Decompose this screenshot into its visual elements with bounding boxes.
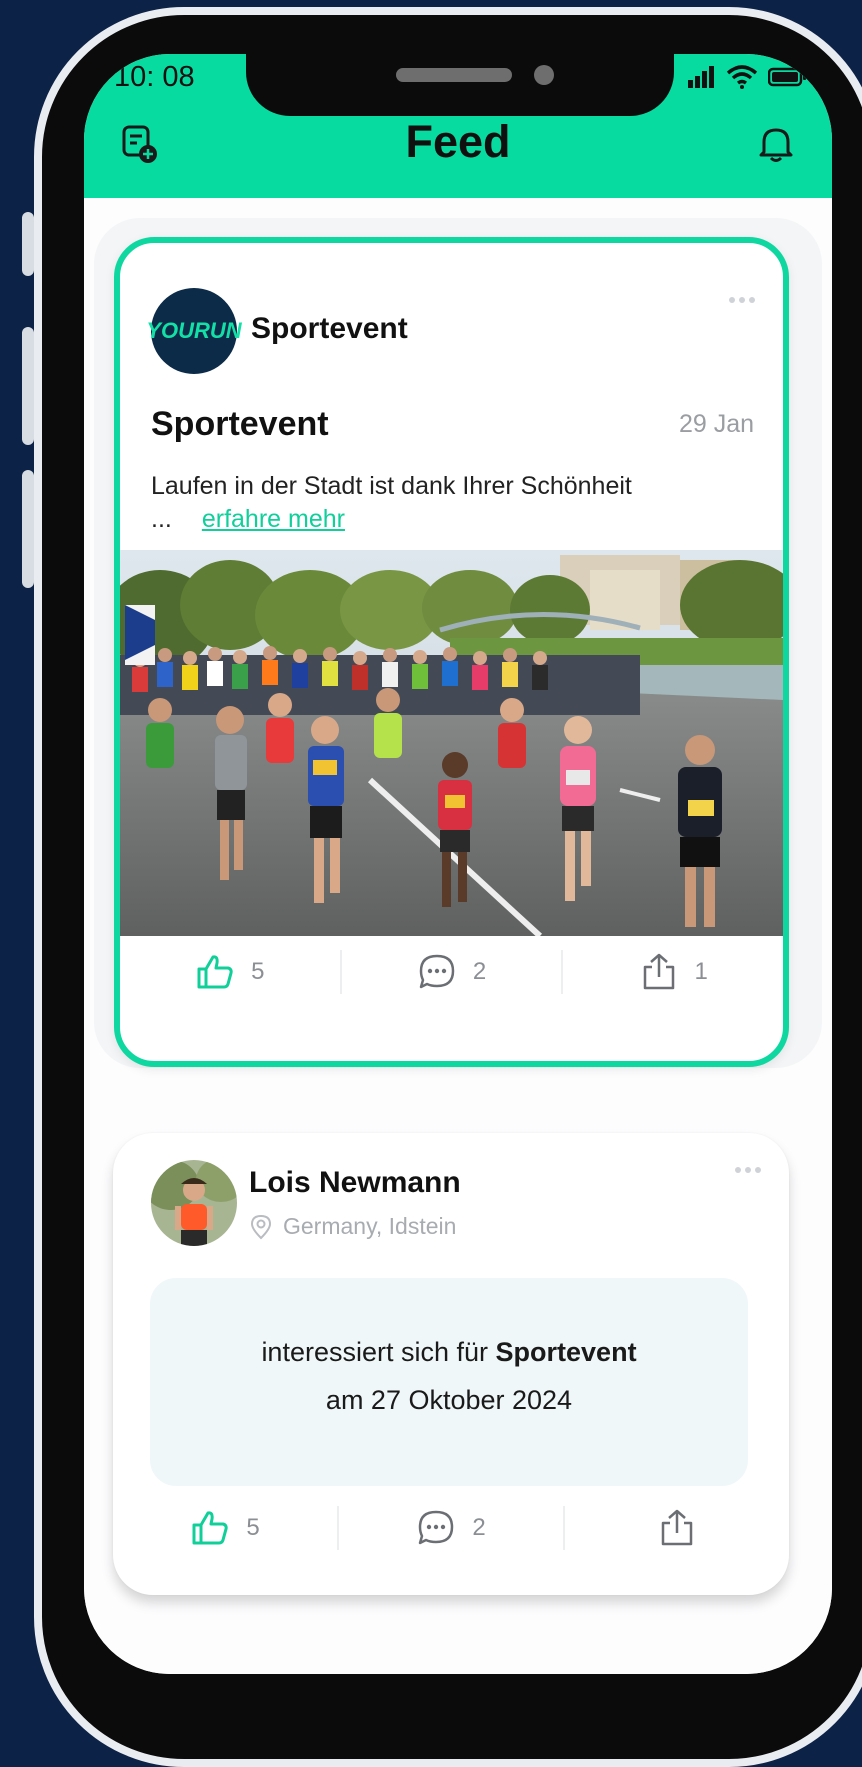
avatar[interactable] — [151, 1160, 237, 1246]
share-count: 1 — [694, 958, 708, 985]
feed-activity-card[interactable]: Lois Newmann Germany, Idstein interessie… — [113, 1133, 789, 1595]
like-count: 5 — [246, 1514, 260, 1541]
post-actions-bar: 5 2 — [113, 1497, 789, 1559]
comment-button[interactable]: 2 — [339, 1508, 563, 1548]
comment-icon — [419, 1510, 454, 1545]
phone-side-button-silent — [22, 212, 34, 276]
more-options-icon[interactable] — [729, 297, 755, 303]
phone-screen: 10: 08 Feed YOURUN Sportevent Sportevent… — [84, 54, 832, 1674]
phone-side-button-volume-down — [22, 470, 34, 588]
post-excerpt: Laufen in der Stadt ist dank Ihrer Schön… — [151, 470, 711, 536]
share-button[interactable]: 1 — [563, 952, 783, 992]
more-options-icon[interactable] — [735, 1167, 761, 1173]
thumbs-up-icon — [197, 955, 233, 989]
post-date: 29 Jan — [678, 410, 754, 438]
app-header: 10: 08 Feed — [84, 54, 832, 198]
post-image[interactable] — [120, 550, 783, 936]
activity-line-1: interessiert sich für Sportevent — [150, 1328, 748, 1376]
feed-post-card[interactable]: YOURUN Sportevent Sportevent 29 Jan Lauf… — [114, 237, 789, 1067]
post-author-name[interactable]: Sportevent — [251, 312, 408, 346]
thumbs-up-icon — [192, 1511, 228, 1545]
page-title: Feed — [405, 116, 511, 167]
marathon-photo — [120, 550, 783, 936]
status-icons — [688, 65, 808, 89]
activity-prefix: interessiert sich für — [261, 1337, 489, 1367]
bell-icon[interactable] — [756, 124, 796, 164]
post-actions-bar: 5 2 — [120, 941, 783, 1003]
like-button[interactable]: 5 — [113, 1508, 337, 1548]
comment-icon — [419, 954, 455, 989]
location-pin-icon — [250, 1214, 272, 1239]
comment-count: 2 — [472, 1514, 486, 1541]
feed-content[interactable]: YOURUN Sportevent Sportevent 29 Jan Lauf… — [84, 198, 832, 1674]
activity-event-name[interactable]: Sportevent — [496, 1337, 637, 1367]
share-button[interactable] — [565, 1508, 789, 1548]
user-photo — [151, 1160, 237, 1246]
avatar[interactable]: YOURUN — [146, 288, 242, 374]
status-time: 10: 08 — [114, 61, 195, 93]
read-more-link[interactable]: erfahre mehr — [202, 505, 345, 533]
wifi-icon — [726, 65, 758, 89]
like-button[interactable]: 5 — [120, 952, 340, 992]
share-icon — [643, 953, 674, 990]
phone-notch — [246, 54, 674, 116]
location-text: Germany, Idstein — [283, 1213, 457, 1239]
comment-count: 2 — [472, 958, 487, 985]
phone-side-button-volume-up — [22, 327, 34, 445]
user-location: Germany, Idstein — [249, 1213, 456, 1240]
user-name[interactable]: Lois Newmann — [249, 1166, 461, 1200]
post-title: Sportevent — [151, 405, 329, 443]
battery-icon — [768, 67, 806, 87]
speaker-grille — [396, 68, 512, 82]
front-camera — [534, 65, 554, 85]
activity-date: am 27 Oktober 2024 — [325, 1385, 573, 1415]
activity-message: interessiert sich für Sportevent am 27 O… — [150, 1278, 748, 1486]
like-count: 5 — [251, 958, 265, 985]
signal-icon — [688, 66, 714, 88]
avatar-logo-text: YOURUN — [146, 318, 242, 343]
comment-button[interactable]: 2 — [342, 952, 562, 992]
share-icon — [661, 1509, 693, 1546]
